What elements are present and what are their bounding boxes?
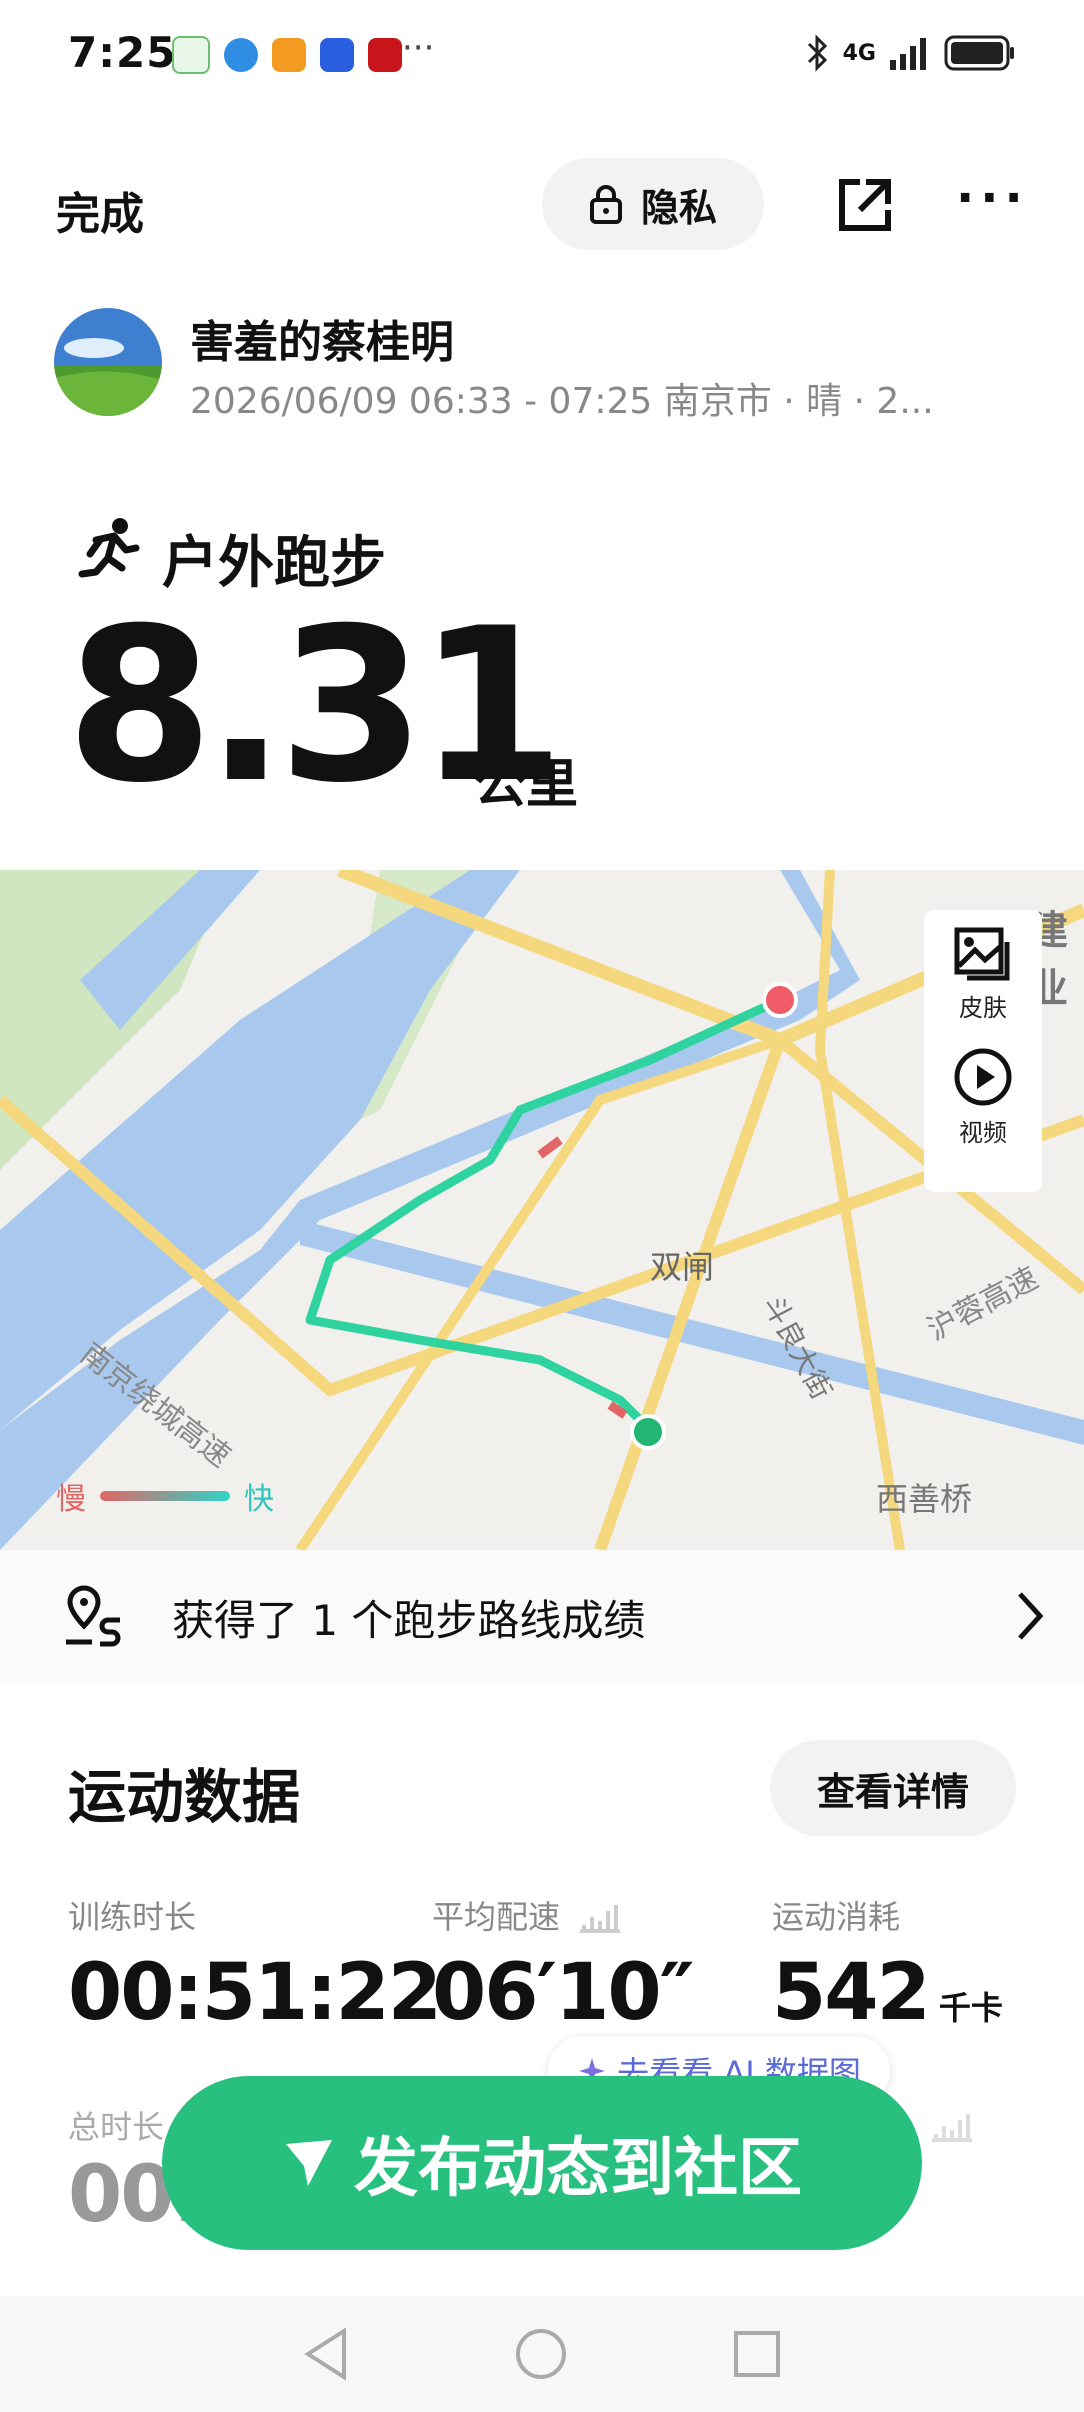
stat-label: 总时长: [68, 2108, 165, 2146]
telegram-icon: [224, 38, 258, 72]
avatar-landscape-image: [54, 308, 162, 416]
status-time: 7:25: [68, 28, 177, 77]
back-nav-icon[interactable]: [302, 2327, 350, 2381]
map-place-label: 西善桥: [876, 1480, 973, 1518]
speed-legend: 慢 快: [56, 1474, 274, 1518]
map-side-panel: 皮肤 视频: [924, 910, 1042, 1192]
view-details-button[interactable]: 查看详情: [770, 1740, 1016, 1836]
avatar[interactable]: [54, 308, 162, 416]
status-right-group: 4G: [805, 34, 1016, 72]
lock-icon: [589, 185, 622, 224]
image-skin-icon: [954, 927, 1010, 981]
done-button[interactable]: 完成: [56, 178, 144, 242]
stat-value: 00:51:22: [68, 1948, 442, 2038]
app-notification-icon: [172, 36, 210, 74]
map-background: [0, 870, 1084, 1550]
network-label: 4G: [842, 40, 876, 66]
publish-label: 发布动态到社区: [354, 2132, 802, 2206]
legend-fast-label: 快: [244, 1482, 274, 1517]
map-place-label: 双闸: [650, 1248, 715, 1286]
send-arrow-icon: [286, 2140, 332, 2186]
route-achievement-text: 获得了 1 个跑步路线成绩: [172, 1595, 646, 1645]
speed-gradient-bar: [100, 1491, 230, 1501]
bluetooth-icon: [807, 34, 827, 72]
section-title: 运动数据: [68, 1763, 301, 1831]
stat-value: 06′10″: [432, 1948, 695, 2038]
route-map[interactable]: 双闸 斗良大街 南京绕城高速 沪蓉高速 西善桥 建业 皮肤 视频 慢 快: [0, 870, 1084, 1550]
skin-label: 皮肤: [959, 994, 1007, 1022]
publish-to-community-button[interactable]: 发布动态到社区: [162, 2076, 922, 2250]
activity-meta: 2026/06/09 06:33 - 07:25 南京市 · 晴 · 2...: [190, 381, 934, 422]
privacy-label: 隐私: [640, 185, 717, 230]
skin-button[interactable]: 皮肤: [953, 926, 1013, 1023]
home-nav-icon[interactable]: [514, 2327, 568, 2381]
running-icon: [74, 516, 140, 592]
app-blue-icon: [320, 38, 354, 72]
route-pin-icon: [66, 1585, 121, 1647]
app-red-icon: [368, 38, 402, 72]
user-name: 害羞的蔡桂明: [190, 317, 454, 368]
distance-unit: 公里: [474, 755, 579, 815]
status-notification-icons: [172, 36, 402, 74]
system-navigation-bar: [0, 2296, 1084, 2412]
chart-icon: [580, 1905, 621, 1933]
stat-value: 542: [772, 1948, 931, 2038]
share-button[interactable]: [836, 176, 894, 238]
privacy-button[interactable]: 隐私: [542, 158, 764, 250]
play-video-icon: [954, 1048, 1012, 1106]
video-button[interactable]: 视频: [953, 1047, 1013, 1148]
status-more-icon: ···: [402, 28, 435, 68]
more-options-button[interactable]: ···: [956, 170, 1029, 226]
stat-item: 训练时长 00:51:22: [68, 1892, 442, 2038]
video-label: 视频: [959, 1119, 1007, 1147]
stat-unit: 千卡: [938, 1989, 1003, 2027]
stat-item: 运动消耗 542 千卡: [772, 1892, 1003, 2038]
stat-label: 平均配速: [432, 1898, 561, 1936]
share-icon: [839, 179, 891, 231]
stat-label: 训练时长: [68, 1898, 197, 1936]
legend-slow-label: 慢: [56, 1482, 86, 1517]
app-orange-icon: [272, 38, 306, 72]
chart-icon: [932, 2114, 972, 2142]
route-achievement-banner[interactable]: 获得了 1 个跑步路线成绩: [0, 1550, 1084, 1684]
signal-icon: [890, 38, 926, 70]
stat-label: 运动消耗: [772, 1898, 901, 1936]
recents-nav-icon[interactable]: [732, 2329, 782, 2379]
battery-icon: [944, 35, 1014, 71]
chevron-right-icon: [1018, 1592, 1044, 1640]
stat-item: 平均配速 06′10″: [432, 1892, 695, 2038]
